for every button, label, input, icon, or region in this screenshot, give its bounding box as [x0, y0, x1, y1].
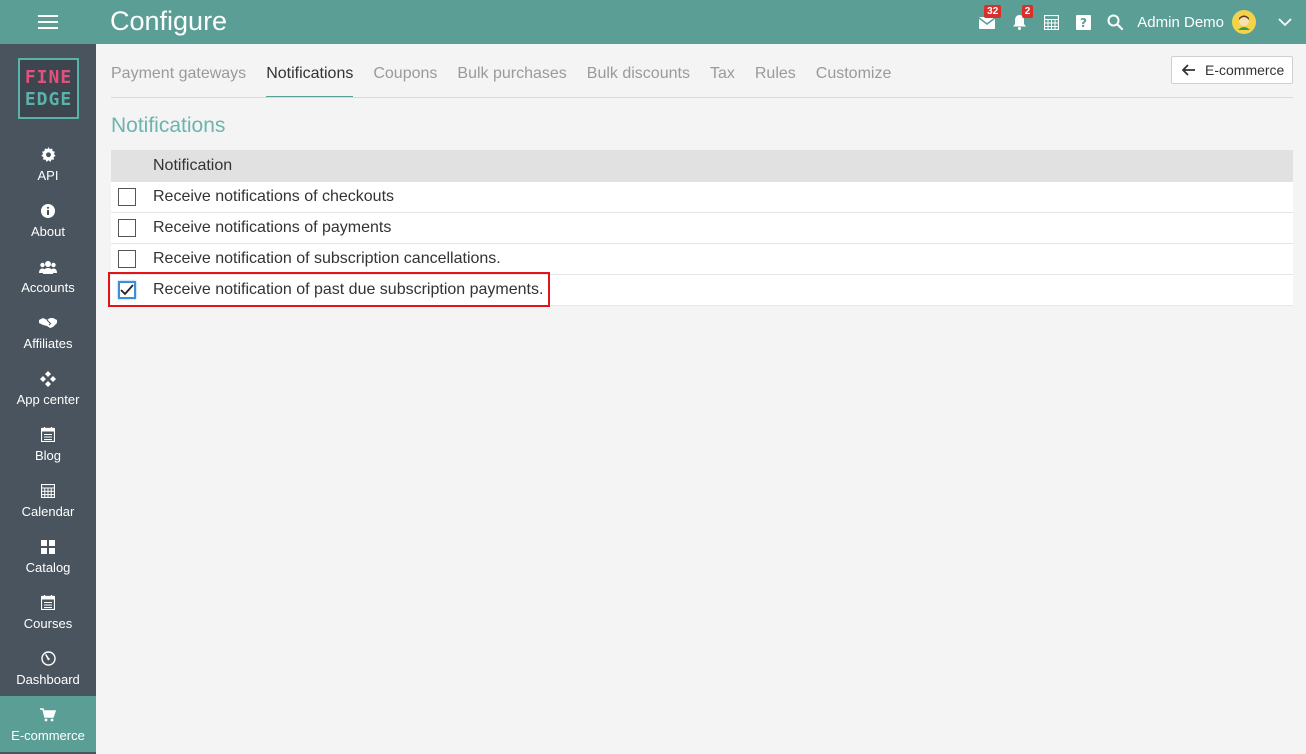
row-label: Receive notification of past due subscri…: [153, 281, 544, 298]
sidebar-item-e-commerce[interactable]: E-commerce: [0, 696, 96, 752]
tab-bulk-discounts[interactable]: Bulk discounts: [587, 52, 690, 98]
tab-customize[interactable]: Customize: [816, 52, 892, 98]
alerts-badge: 2: [1021, 5, 1034, 18]
column-header-notification: Notification: [153, 157, 233, 174]
row-label: Receive notification of subscription can…: [153, 250, 501, 267]
diamond-icon: [40, 370, 56, 387]
tab-coupons[interactable]: Coupons: [373, 52, 437, 98]
calendar-button[interactable]: [1035, 0, 1067, 44]
courses-icon: [41, 595, 55, 610]
sidebar-item-label: Catalog: [25, 559, 71, 575]
notifications-table: Notification Receive notifications of ch…: [108, 150, 1293, 307]
back-button-label: E-commerce: [1205, 62, 1285, 78]
sidebar-item-label: App center: [16, 391, 80, 407]
calendar-icon: [41, 483, 55, 498]
back-to-e-commerce-button[interactable]: E-commerce: [1171, 56, 1293, 84]
sidebar-item-label: Affiliates: [23, 335, 73, 351]
checkout-notification-checkbox[interactable]: [118, 188, 136, 206]
table-row: Receive notifications of checkouts: [111, 182, 1293, 213]
sidebar-item-label: Courses: [23, 615, 73, 631]
top-toolbar: 32 2 ? Admin Demo: [971, 0, 1306, 44]
sidebar-item-label: About: [31, 223, 65, 239]
sidebar-item-courses[interactable]: Courses: [0, 584, 96, 640]
table-row: Receive notification of past due subscri…: [108, 272, 1293, 307]
calendar-icon: [1043, 14, 1059, 30]
search-icon: [1107, 14, 1124, 30]
sidebar-item-catalog[interactable]: Catalog: [0, 528, 96, 584]
gear-icon: [40, 147, 56, 162]
top-bar: Configure 32 2 ? Admin Demo: [0, 0, 1306, 44]
payment-notification-checkbox[interactable]: [118, 219, 136, 237]
messages-badge: 32: [984, 5, 1002, 18]
cancellation-notification-checkbox[interactable]: [118, 250, 136, 268]
messages-button[interactable]: 32: [971, 0, 1003, 44]
tab-tax[interactable]: Tax: [710, 52, 735, 98]
help-button[interactable]: ?: [1067, 0, 1099, 44]
table-header: Notification: [111, 150, 1293, 182]
sidebar-item-affiliates[interactable]: Affiliates: [0, 304, 96, 360]
grid-icon: [41, 539, 55, 554]
sidebar-item-dashboard[interactable]: Dashboard: [0, 640, 96, 696]
sidebar-item-accounts[interactable]: Accounts: [0, 248, 96, 304]
search-button[interactable]: [1099, 0, 1131, 44]
table-row: Receive notifications of payments: [111, 213, 1293, 244]
user-avatar-icon: [1235, 13, 1253, 31]
sidebar-item-blog[interactable]: Blog: [0, 416, 96, 472]
config-tabs: Payment gateways Notifications Coupons B…: [111, 52, 911, 98]
sidebar-item-label: API: [37, 167, 59, 183]
arrow-left-icon: [1182, 64, 1195, 76]
chevron-down-icon: [1278, 17, 1292, 26]
sidebar-item-label: Accounts: [21, 279, 75, 295]
row-label: Receive notifications of payments: [153, 219, 392, 236]
fine-edge-logo[interactable]: FINE EDGE: [18, 58, 79, 119]
info-icon: [41, 203, 55, 218]
page-title: Configure: [110, 6, 228, 36]
user-name[interactable]: Admin Demo: [1137, 14, 1224, 31]
avatar[interactable]: [1232, 10, 1256, 34]
sidebar-item-about[interactable]: About: [0, 192, 96, 248]
tab-payment-gateways[interactable]: Payment gateways: [111, 52, 246, 98]
tab-bulk-purchases[interactable]: Bulk purchases: [457, 52, 566, 98]
alerts-button[interactable]: 2: [1003, 0, 1035, 44]
row-label: Receive notifications of checkouts: [153, 188, 395, 205]
sidebar-item-label: Calendar: [21, 503, 75, 519]
sidebar-item-calendar[interactable]: Calendar: [0, 472, 96, 528]
table-row: Receive notification of subscription can…: [111, 244, 1293, 275]
svg-text:?: ?: [1080, 16, 1087, 30]
tab-divider: [111, 97, 1293, 98]
sidebar-item-label: Blog: [34, 447, 62, 463]
logo-line-2: EDGE: [24, 88, 73, 110]
logo-line-1: FINE: [24, 66, 73, 88]
sidebar-item-label: Dashboard: [16, 671, 80, 687]
sidebar-item-label: E-commerce: [11, 727, 85, 743]
sidebar: FINE EDGE API About Accounts Affiliates …: [0, 44, 96, 754]
tab-rules[interactable]: Rules: [755, 52, 796, 98]
handshake-icon: [39, 317, 57, 328]
checkmark-icon: [120, 284, 134, 296]
sidebar-item-app-center[interactable]: App center: [0, 360, 96, 416]
help-icon: ?: [1075, 14, 1091, 30]
hamburger-icon: [38, 15, 58, 29]
past-due-notification-checkbox[interactable]: [118, 281, 136, 299]
blog-icon: [41, 427, 55, 442]
cart-icon: [40, 707, 56, 721]
sidebar-nav: API About Accounts Affiliates App center…: [0, 136, 96, 752]
user-menu-toggle[interactable]: [1270, 0, 1300, 44]
tab-notifications[interactable]: Notifications: [266, 52, 354, 98]
gauge-icon: [40, 651, 56, 666]
menu-button[interactable]: [0, 0, 96, 44]
section-title: Notifications: [111, 114, 226, 137]
sidebar-item-api[interactable]: API: [0, 136, 96, 192]
users-icon: [39, 260, 57, 274]
